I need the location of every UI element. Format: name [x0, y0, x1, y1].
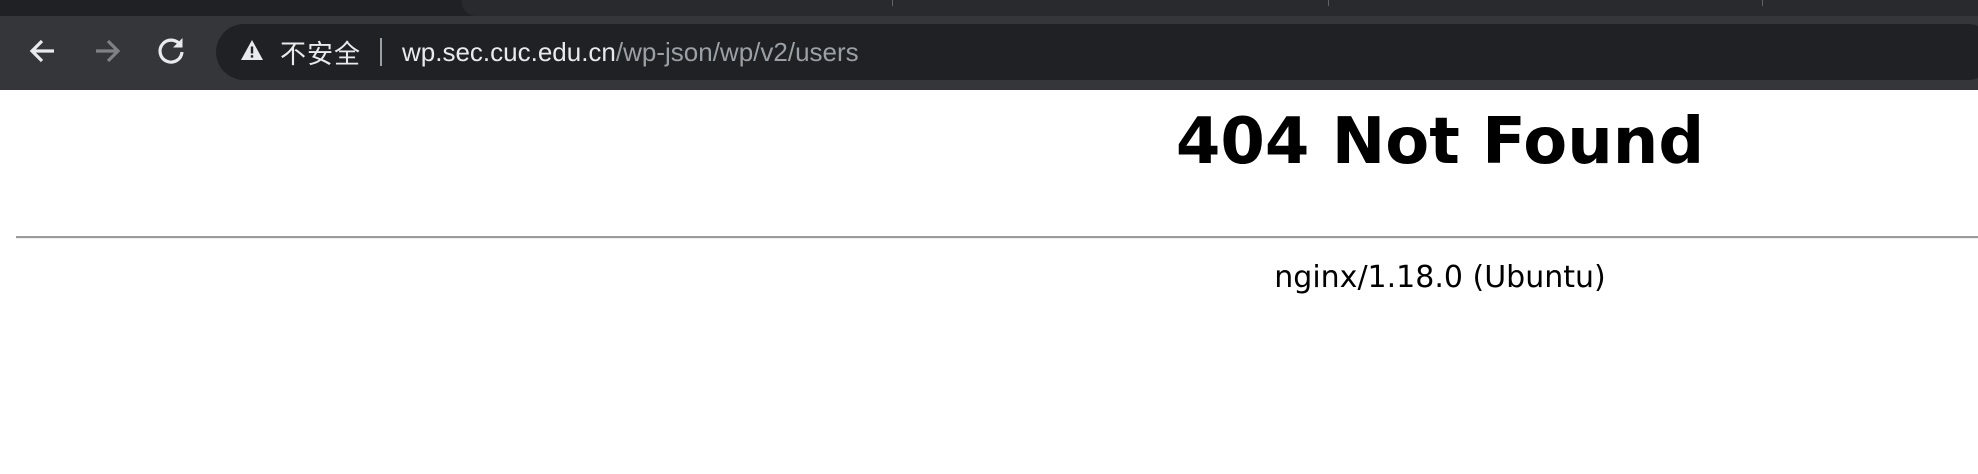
browser-chrome: 不安全 wp.sec.cuc.edu.cn/wp-json/wp/v2/user… [0, 0, 1978, 90]
reload-button[interactable] [150, 30, 192, 72]
tab-separator [892, 0, 893, 6]
back-button[interactable] [22, 30, 64, 72]
security-label: 不安全 [280, 39, 362, 70]
horizontal-rule [16, 236, 1978, 239]
arrow-right-icon [91, 35, 123, 67]
page-content: 404 Not Found nginx/1.18.0 (Ubuntu) [0, 90, 1978, 474]
url-host: wp.sec.cuc.edu.cn [402, 37, 616, 67]
url-path: /wp-json/wp/v2/users [615, 37, 859, 67]
arrow-left-icon [27, 35, 59, 67]
error-heading: 404 Not Found [1175, 105, 1705, 179]
tab-strip [0, 0, 1978, 16]
warning-triangle-icon [240, 39, 264, 65]
address-bar[interactable]: 不安全 wp.sec.cuc.edu.cn/wp-json/wp/v2/user… [216, 24, 1978, 80]
url-text[interactable]: wp.sec.cuc.edu.cn/wp-json/wp/v2/users [402, 24, 859, 80]
forward-button[interactable] [86, 30, 128, 72]
tab-separator [1328, 0, 1329, 6]
active-tab[interactable] [462, 0, 1978, 16]
reload-icon [154, 34, 188, 68]
address-divider [380, 38, 382, 66]
security-indicator[interactable]: 不安全 [240, 24, 361, 80]
tab-separator [1762, 0, 1763, 6]
server-signature: nginx/1.18.0 (Ubuntu) [1274, 260, 1606, 295]
